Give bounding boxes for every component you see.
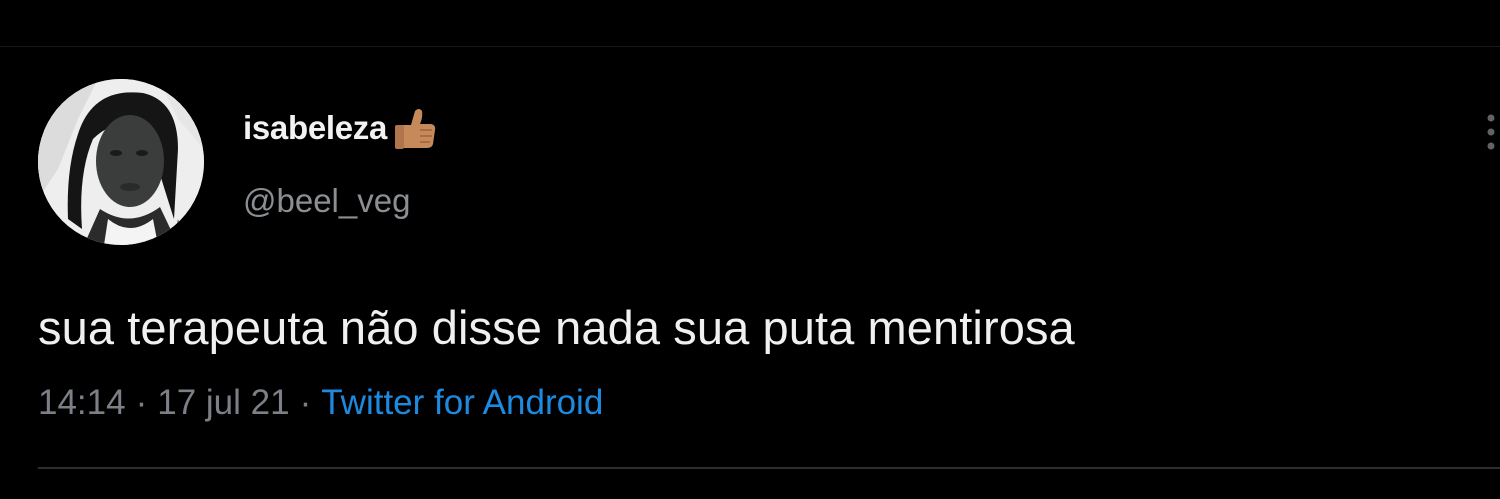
more-options-icon[interactable] <box>1484 112 1498 152</box>
thumbs-up-icon <box>389 103 439 153</box>
bottom-divider <box>38 467 1500 469</box>
tweet-time[interactable]: 14:14 <box>38 383 126 423</box>
tweet-source-link[interactable]: Twitter for Android <box>321 383 603 423</box>
tweet-text: sua terapeuta não disse nada sua puta me… <box>38 301 1075 354</box>
meta-separator: · <box>135 383 148 422</box>
display-name-row[interactable]: isabeleza <box>243 103 439 153</box>
tweet-date[interactable]: 17 jul 21 <box>157 383 289 423</box>
display-name: isabeleza <box>243 109 388 146</box>
avatar[interactable] <box>38 79 204 245</box>
tweet-meta: 14:14 · 17 jul 21 · Twitter for Android <box>38 383 603 423</box>
user-handle[interactable]: @beel_veg <box>243 182 410 220</box>
avatar-image <box>38 79 204 245</box>
meta-separator: · <box>299 383 312 422</box>
tweet: isabeleza @beel_veg sua terapeuta não di… <box>0 0 1500 499</box>
